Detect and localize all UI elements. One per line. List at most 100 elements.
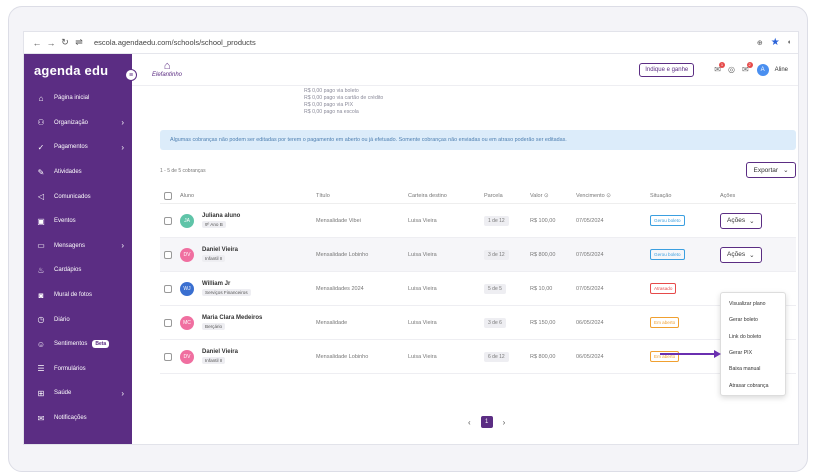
reload-icon[interactable]: ↻	[58, 37, 72, 48]
browser-window: ← → ↻ ⇌ escola.agendaedu.com/schools/sch…	[23, 31, 799, 445]
header-parcela[interactable]: Parcela	[484, 193, 530, 199]
export-button[interactable]: Exportar ⌄	[746, 162, 796, 178]
sidebar-item-6[interactable]: ▭ Mensagens ›	[24, 234, 132, 259]
chevron-left-icon[interactable]: ‹	[468, 418, 471, 427]
notifications-icon[interactable]: ✉ 2	[742, 62, 753, 74]
due-date: 07/05/2024	[576, 217, 604, 224]
message-icon: ▭	[37, 241, 45, 251]
page-number[interactable]: 1	[480, 416, 493, 428]
dropdown-item-5[interactable]: Atrasar cobrança	[721, 377, 785, 393]
sidebar: agenda edu ⌂ Página inicial ⚇ Organização › ✓…	[24, 54, 132, 444]
sidebar-item-10[interactable]: ☺ Sentimentos Beta	[24, 332, 132, 357]
sidebar-item-1[interactable]: ⚇ Organização ›	[24, 111, 132, 136]
sidebar-collapse-icon[interactable]: ≡	[125, 69, 137, 81]
back-icon[interactable]: ←	[30, 38, 44, 48]
sidebar-item-2[interactable]: ✓ Pagamentos ›	[24, 135, 132, 160]
student-name[interactable]: Daniel Vieira	[202, 349, 238, 355]
student-avatar: JA	[180, 213, 194, 228]
sidebar-item-13[interactable]: ✉ Notificações	[24, 406, 132, 431]
value: R$ 800,00	[530, 353, 556, 360]
sidebar-item-8[interactable]: ◙ Mural de fotos	[24, 283, 132, 308]
row-checkbox[interactable]	[164, 318, 172, 327]
bookmark-star-icon[interactable]: ★	[771, 37, 780, 48]
student-name[interactable]: Daniel Vieira	[202, 247, 238, 253]
student-cell: JA Juliana aluno 9º Ano B	[180, 213, 316, 228]
dropdown-item-0[interactable]: Visualizar plano	[721, 296, 785, 312]
actions-button[interactable]: Ações ⌄	[720, 246, 762, 263]
zoom-icon[interactable]: ⊕	[757, 39, 763, 47]
row-checkbox[interactable]	[164, 250, 172, 259]
sidebar-item-label: Organização	[54, 119, 89, 126]
topbar: ⌂ Elefantinho Indique e ganhe ✉ 1 ◎ ✉ 2 A …	[132, 54, 798, 86]
row-checkbox[interactable]	[164, 284, 172, 293]
gift-icon[interactable]: ✉ 1	[714, 62, 725, 74]
student-name[interactable]: Juliana aluno	[202, 213, 240, 219]
student-class: Infantil II	[202, 255, 226, 262]
dropdown-item-3[interactable]: Gerar PIX	[721, 345, 785, 361]
header-vencimento-label: Vencimento	[576, 192, 605, 199]
installment: 1 de 12	[484, 215, 509, 226]
extension-icon[interactable]: ◐	[788, 39, 792, 46]
sort-icon[interactable]: ⊙	[544, 193, 549, 199]
header-vencimento[interactable]: Vencimento ⊙	[576, 193, 650, 199]
chevron-right-icon: ›	[121, 241, 124, 251]
dropdown-item-1[interactable]: Gerar boleto	[721, 312, 785, 328]
header-titulo[interactable]: Título	[316, 193, 408, 199]
chevron-right-icon: ›	[121, 118, 124, 128]
student-class: 9º Ano B	[202, 221, 226, 228]
sidebar-item-5[interactable]: ▣ Eventos	[24, 209, 132, 234]
school-logo[interactable]: ⌂ Elefantinho	[152, 61, 183, 79]
row-checkbox[interactable]	[164, 352, 172, 361]
site-settings-icon[interactable]: ⇌	[72, 37, 86, 48]
sidebar-item-label: Eventos	[54, 218, 76, 225]
list-icon: ☰	[37, 364, 45, 374]
charge-title: Mensalidade	[316, 319, 348, 326]
chevron-down-icon: ⌄	[749, 251, 755, 259]
row-checkbox[interactable]	[164, 216, 172, 225]
sidebar-item-label: Formulários	[54, 365, 86, 372]
wallet: Luisa Vieira	[408, 353, 437, 360]
student-name[interactable]: William Jr	[202, 281, 251, 287]
actions-button[interactable]: Ações ⌄	[720, 212, 762, 229]
header-carteira[interactable]: Carteira destino	[408, 193, 484, 199]
header-valor[interactable]: Valor ⊙	[530, 193, 576, 199]
help-icon[interactable]: ◎	[728, 65, 735, 74]
sidebar-item-4[interactable]: ◁ Comunicados	[24, 184, 132, 209]
sidebar-item-3[interactable]: ✎ Atividades	[24, 160, 132, 185]
pagination: ‹ 1 ›	[468, 416, 505, 428]
student-avatar: WJ	[180, 281, 194, 296]
avatar[interactable]: A	[756, 63, 769, 76]
payments-icon: ✓	[37, 142, 45, 152]
dropdown-item-4[interactable]: Baixa manual	[721, 361, 785, 377]
sort-icon[interactable]: ⊙	[606, 193, 611, 199]
sidebar-item-12[interactable]: ⊞ Saúde ›	[24, 381, 132, 406]
payment-summary-line: R$ 0,00 pago via boleto	[304, 88, 359, 94]
calendar-icon: ▣	[37, 216, 45, 226]
chevron-right-icon[interactable]: ›	[503, 418, 506, 427]
table-body: JA Juliana aluno 9º Ano B Mensalidade Vibei…	[160, 204, 796, 374]
annotation-arrow	[660, 353, 716, 355]
charge-title: Mensalidade Vibei	[316, 217, 361, 224]
brand-logo[interactable]: agenda edu	[24, 54, 132, 86]
select-all-checkbox[interactable]	[164, 191, 172, 200]
chevron-down-icon: ⌄	[783, 167, 789, 174]
user-name[interactable]: Aline	[775, 67, 788, 73]
sidebar-item-9[interactable]: ◷ Diário	[24, 307, 132, 332]
clock-icon: ◷	[37, 315, 45, 325]
beta-badge: Beta	[92, 340, 110, 349]
sidebar-item-label: Mensagens	[54, 242, 86, 249]
forward-icon[interactable]: →	[44, 38, 58, 48]
annotation-arrow-head	[714, 350, 721, 358]
url-text[interactable]: escola.agendaedu.com/schools/school_prod…	[94, 38, 256, 47]
sidebar-item-11[interactable]: ☰ Formulários	[24, 357, 132, 382]
school-name: Elefantinho	[152, 72, 183, 78]
header-acoes: Ações	[720, 192, 736, 199]
header-aluno[interactable]: Aluno	[180, 193, 316, 199]
indique-button[interactable]: Indique e ganhe	[639, 62, 695, 77]
sidebar-item-7[interactable]: ♨ Cardápios	[24, 258, 132, 283]
dropdown-item-2[interactable]: Link do boleto	[721, 329, 785, 345]
value: R$ 10,00	[530, 285, 553, 292]
student-name[interactable]: Maria Clara Medeiros	[202, 315, 262, 321]
sidebar-item-0[interactable]: ⌂ Página inicial	[24, 86, 132, 111]
value: R$ 150,00	[530, 319, 556, 326]
